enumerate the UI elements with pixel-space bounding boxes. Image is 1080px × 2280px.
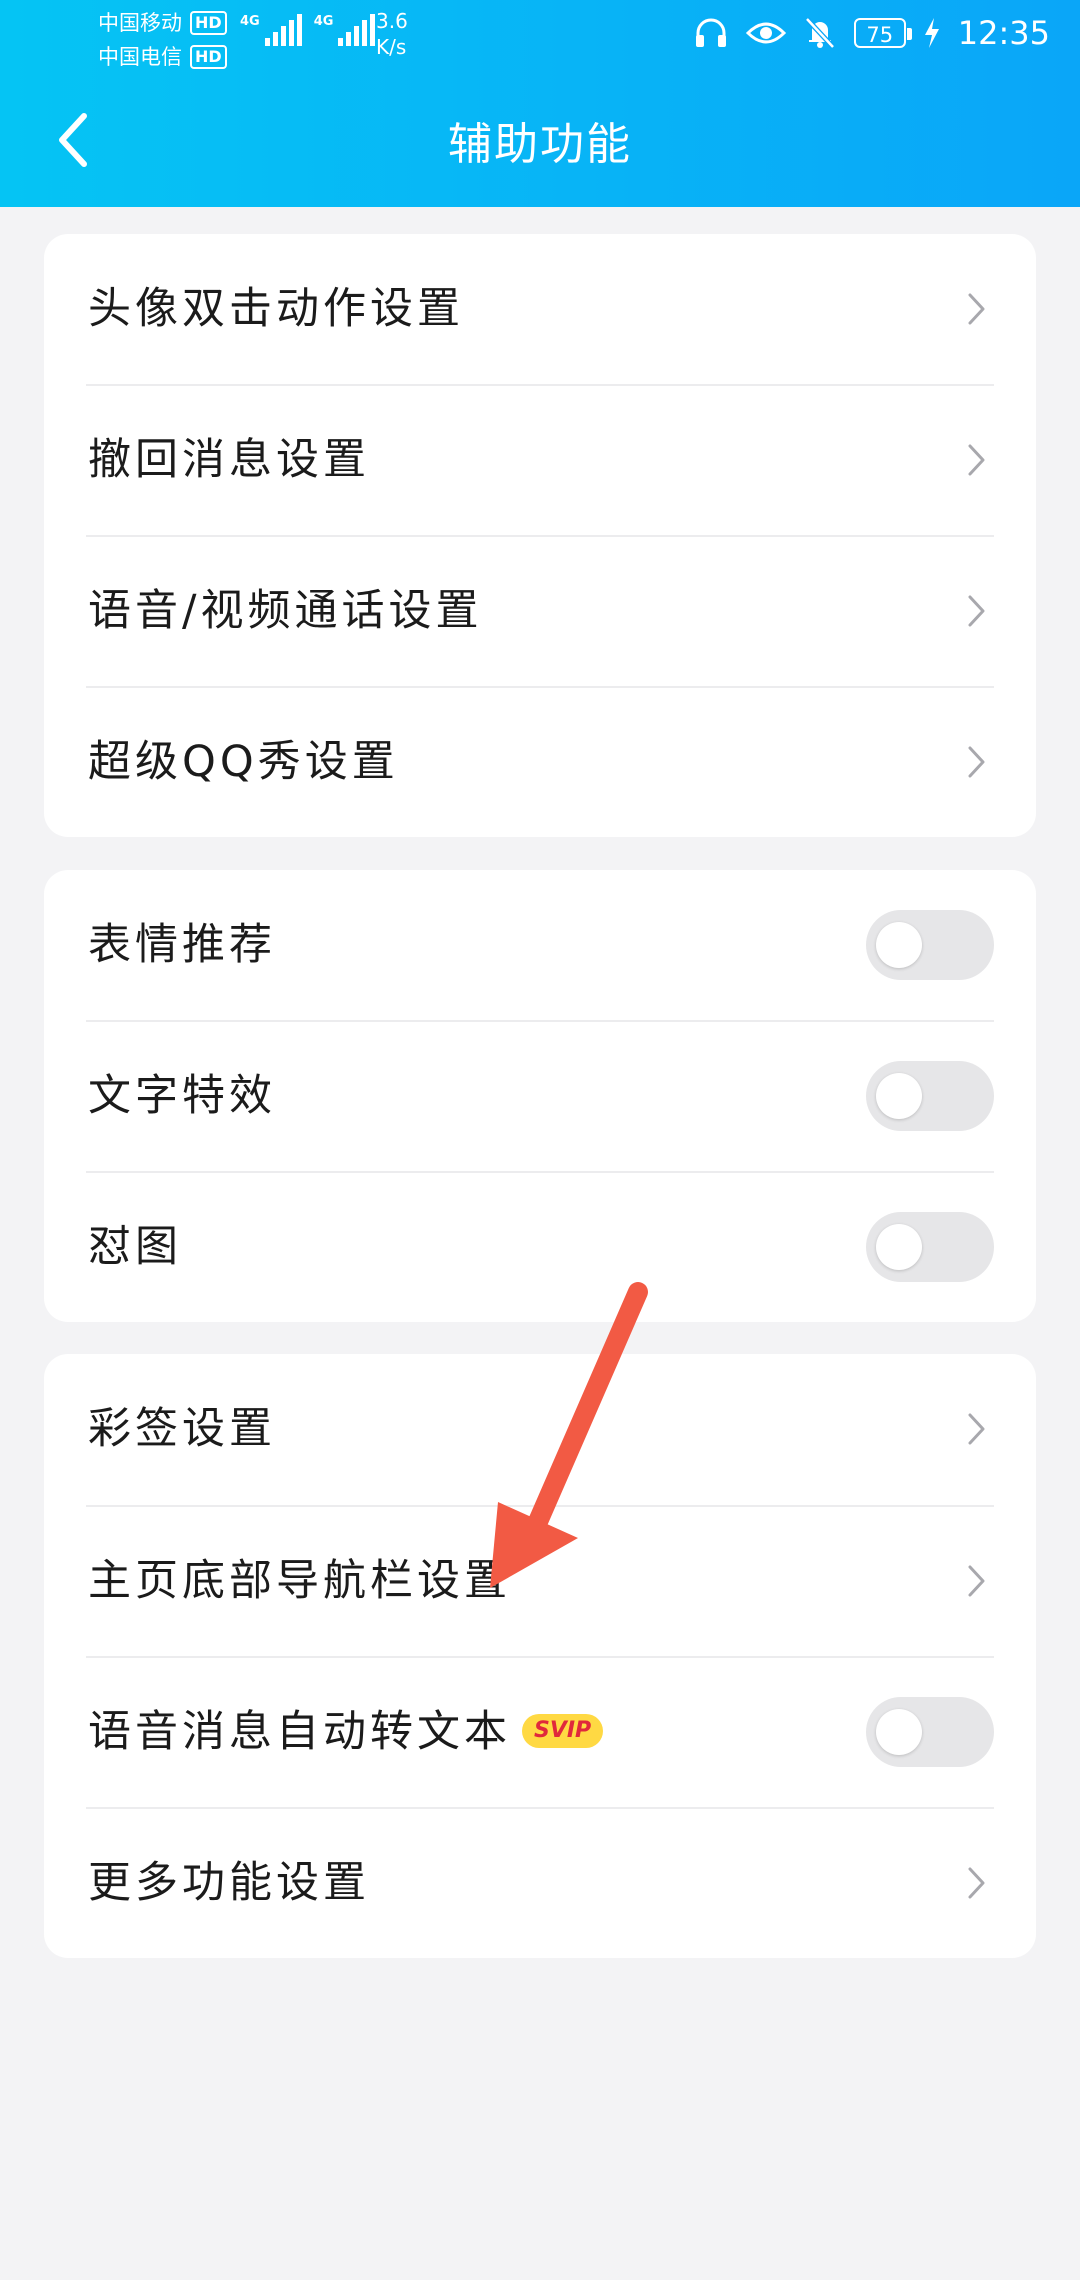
voice-video-call-setting[interactable]: 语音/视频通话设置 [44,536,1036,686]
text-effect-setting: 文字特效 [44,1021,1036,1171]
setting-label: 文字特效 [88,1071,276,1121]
headphones-icon [695,18,726,47]
toggle-knob [876,1224,922,1270]
signal-indicators: 4G 4G [240,14,376,46]
more-features-setting[interactable]: 更多功能设置 [44,1808,1036,1958]
setting-label: 头像双击动作设置 [88,284,464,334]
bell-muted-icon [804,17,835,49]
signal-2-icon: 4G [314,14,376,46]
battery-icon: 75 [853,18,912,48]
emoji-recommend-setting: 表情推荐 [44,870,1036,1020]
hd-badge: HD [190,11,227,35]
setting-label: 撤回消息设置 [88,435,370,485]
text-effect-toggle[interactable] [866,1061,994,1131]
setting-label: 怼图 [88,1222,182,1272]
avatar-double-tap-setting[interactable]: 头像双击动作设置 [44,234,1036,384]
chevron-right-icon [968,1565,985,1597]
signal-1-icon: 4G [240,14,302,46]
dui-tu-toggle[interactable] [866,1212,994,1282]
chevron-right-icon [968,746,985,778]
setting-label: 彩签设置 [88,1404,276,1454]
chevron-right-icon [968,1413,985,1445]
carrier-2: 中国电信 [98,45,182,69]
app-header: 中国移动 HD 中国电信 HD 4G 4G 3.6 K/s 75 12:35 辅… [0,0,1080,207]
super-qq-show-setting[interactable]: 超级QQ秀设置 [44,687,1036,837]
toggle-knob [876,922,922,968]
status-icons: 75 12:35 [694,14,1050,52]
toggle-knob [876,1073,922,1119]
chevron-right-icon [968,595,985,627]
settings-group-1: 头像双击动作设置 撤回消息设置 语音/视频通话设置 超级QQ秀设置 [44,234,1036,837]
status-bar: 中国移动 HD 中国电信 HD 4G 4G 3.6 K/s 75 12:35 [0,0,1080,70]
clock: 12:35 [957,14,1050,52]
chevron-right-icon [968,293,985,325]
carrier-info: 中国移动 HD 中国电信 HD [98,6,227,74]
svip-badge: SVIP [522,1714,604,1748]
setting-label: 主页底部导航栏设置 [88,1556,511,1606]
settings-group-2: 表情推荐 文字特效 怼图 [44,870,1036,1322]
eye-icon [745,22,786,44]
network-speed: 3.6 K/s [376,9,408,59]
setting-label: 更多功能设置 [88,1858,370,1908]
setting-label: 语音消息自动转文本 [88,1707,511,1757]
emoji-recommend-toggle[interactable] [866,910,994,980]
toggle-knob [876,1709,922,1755]
annotation-arrow-icon [490,1282,648,1588]
voice-to-text-toggle[interactable] [866,1697,994,1767]
setting-label: 语音/视频通话设置 [88,586,483,636]
setting-label: 表情推荐 [88,920,276,970]
chevron-right-icon [968,444,985,476]
hd-badge: HD [190,45,227,69]
charging-icon [924,18,939,48]
setting-label: 超级QQ秀设置 [88,737,399,787]
chevron-right-icon [968,1867,985,1899]
page-title: 辅助功能 [448,119,632,170]
voice-to-text-setting: 语音消息自动转文本 SVIP [44,1657,1036,1807]
carrier-1: 中国移动 [98,11,182,35]
recall-message-setting[interactable]: 撤回消息设置 [44,385,1036,535]
